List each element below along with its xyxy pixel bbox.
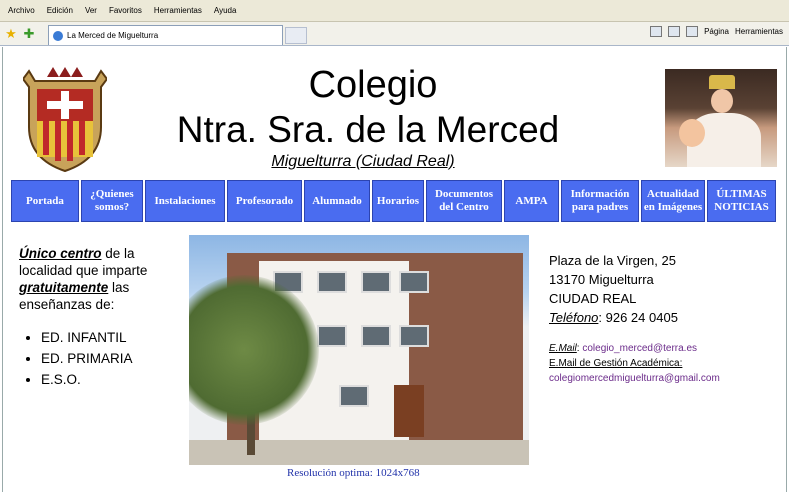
contact-block: Plaza de la Virgen, 25 13170 Miguelturra… <box>549 251 784 386</box>
intro-unico: Único centro <box>19 246 102 261</box>
list-item: E.S.O. <box>41 371 189 388</box>
menu-ayuda[interactable]: Ayuda <box>214 6 237 15</box>
page-menu-button[interactable]: Página <box>704 27 729 36</box>
email-block: E.Mail: colegio_merced@terra.es E.Mail d… <box>549 341 784 386</box>
city: 13170 Miguelturra <box>549 272 654 287</box>
phone-number: : 926 24 0405 <box>598 310 678 325</box>
nav-ultimas-noticias[interactable]: ÚLTIMAS NOTICIAS <box>707 180 776 222</box>
list-item: ED. PRIMARIA <box>41 350 189 367</box>
add-favorite-icon[interactable]: ✚ <box>22 26 36 41</box>
province: CIUDAD REAL <box>549 291 637 306</box>
ie-page-icon <box>53 30 63 41</box>
print-icon[interactable] <box>686 26 699 37</box>
nav-horarios[interactable]: Horarios <box>372 180 424 222</box>
feeds-icon[interactable] <box>668 26 681 37</box>
nav-info-padres[interactable]: Información para padres <box>561 180 639 222</box>
tab-title: La Merced de Miguelturra <box>67 31 159 40</box>
gestion-email-link[interactable]: colegiomercedmiguelturra@gmail.com <box>549 371 784 386</box>
browser-command-bar: Página Herramientas <box>650 26 783 37</box>
nav-alumnado[interactable]: Alumnado <box>304 180 370 222</box>
main-nav: Portada ¿Quienes somos? Instalaciones Pr… <box>11 180 782 222</box>
menu-archivo[interactable]: Archivo <box>8 6 35 15</box>
page-title-name: Ntra. Sra. de la Merced <box>176 109 560 150</box>
nav-ampa[interactable]: AMPA <box>504 180 559 222</box>
school-building-photo <box>189 235 529 465</box>
virgin-image <box>665 69 777 167</box>
intro-gratuitamente: gratuitamente <box>19 280 109 295</box>
menu-herramientas[interactable]: Herramientas <box>154 6 202 15</box>
nav-profesorado[interactable]: Profesorado <box>227 180 302 222</box>
nav-quienes-somos[interactable]: ¿Quienes somos? <box>81 180 143 222</box>
nav-instalaciones[interactable]: Instalaciones <box>145 180 225 222</box>
nav-actualidad[interactable]: Actualidad en Imágenes <box>641 180 705 222</box>
home-icon[interactable] <box>650 26 663 37</box>
tools-menu-button[interactable]: Herramientas <box>735 27 783 36</box>
resolution-note: Resolución optima: 1024x768 <box>287 467 420 479</box>
page-subtitle: Miguelturra (Ciudad Real) <box>271 153 455 170</box>
intro-text: Único centro de la localidad que imparte… <box>19 245 189 392</box>
page-title: Colegio <box>308 64 438 106</box>
browser-menubar: Archivo Edición Ver Favoritos Herramient… <box>0 0 789 22</box>
email-label: E.Mail <box>549 343 577 354</box>
menu-ver[interactable]: Ver <box>85 6 97 15</box>
school-crest-icon <box>23 67 107 173</box>
nav-portada[interactable]: Portada <box>11 180 79 222</box>
new-tab-button[interactable] <box>285 27 307 44</box>
email-link[interactable]: colegio_merced@terra.es <box>582 343 697 354</box>
menu-edicion[interactable]: Edición <box>47 6 73 15</box>
browser-tab[interactable]: La Merced de Miguelturra <box>48 25 283 45</box>
favorites-star-icon[interactable]: ★ <box>4 26 18 41</box>
phone-line: Teléfono: 926 24 0405 <box>549 308 784 327</box>
gestion-label: E.Mail de Gestión Académica: <box>549 358 683 369</box>
nav-documentos[interactable]: Documentos del Centro <box>426 180 502 222</box>
web-page: Colegio Ntra. Sra. de la Merced Migueltu… <box>2 47 787 492</box>
address: Plaza de la Virgen, 25 <box>549 253 676 268</box>
phone-label: Teléfono <box>549 310 599 325</box>
levels-list: ED. INFANTIL ED. PRIMARIA E.S.O. <box>41 329 189 388</box>
list-item: ED. INFANTIL <box>41 329 189 346</box>
menu-favoritos[interactable]: Favoritos <box>109 6 142 15</box>
